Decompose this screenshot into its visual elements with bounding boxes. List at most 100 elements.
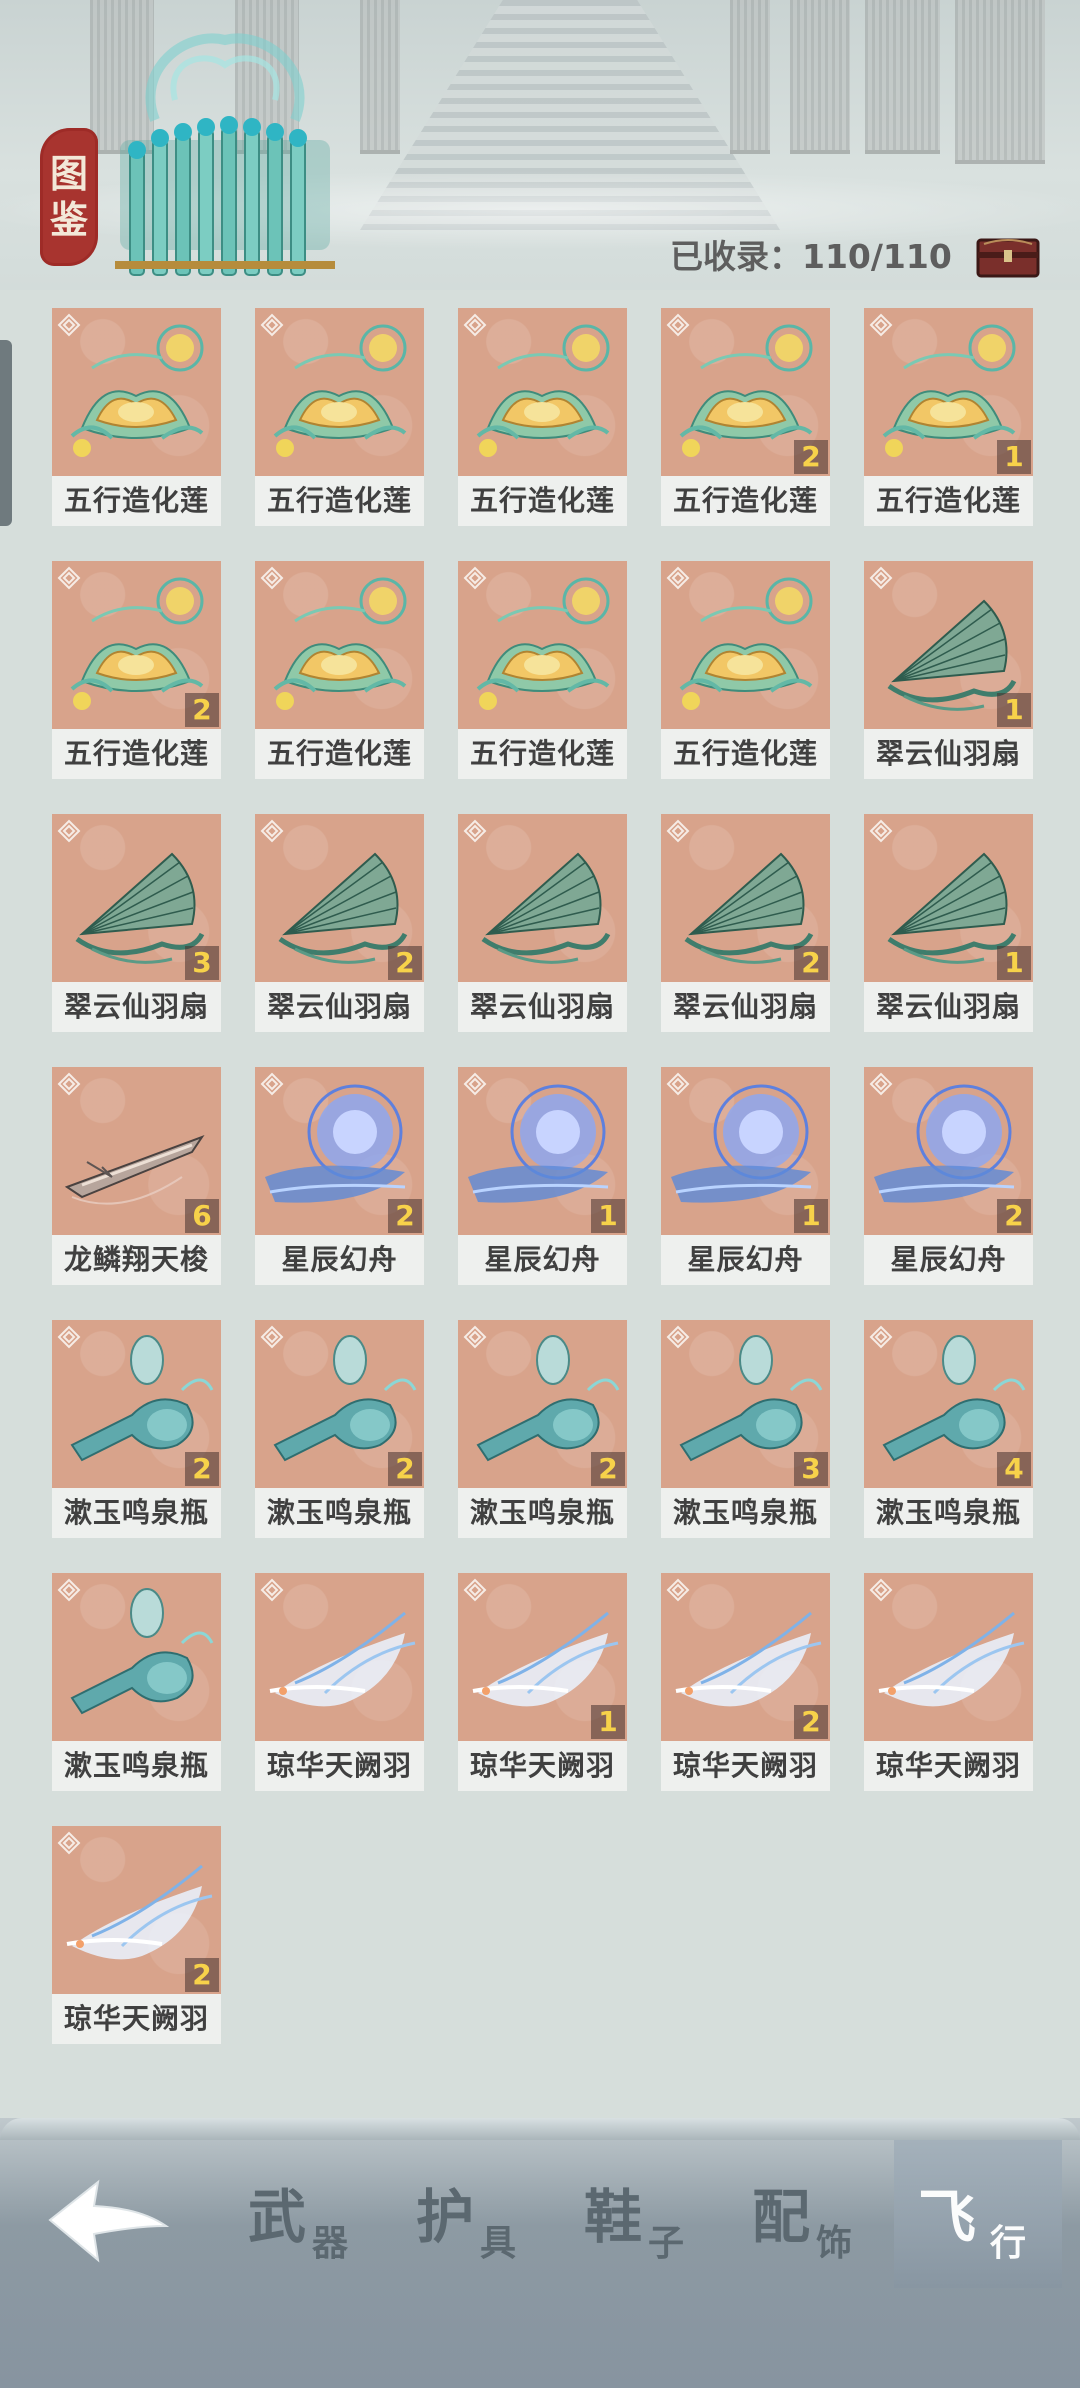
item-card (458, 561, 627, 729)
item-count-badge: 4 (997, 1452, 1031, 1486)
tab-label-big: 配 (752, 2183, 811, 2251)
collection-item[interactable]: 2 琼华天阙羽 (661, 1573, 830, 1791)
tab-accessories[interactable]: 配 饰 (752, 2140, 912, 2288)
item-card: 1 (458, 1573, 627, 1741)
collection-item[interactable]: 琼华天阙羽 (255, 1573, 424, 1791)
tab-armor[interactable]: 护 具 (416, 2140, 576, 2288)
item-card: 1 (864, 814, 1033, 982)
item-name: 漱玉鸣泉瓶 (458, 1488, 627, 1538)
collection-item[interactable]: 1 翠云仙羽扇 (864, 561, 1033, 779)
collection-item[interactable]: 1 翠云仙羽扇 (864, 814, 1033, 1032)
rune-icon (463, 313, 487, 337)
collection-item[interactable]: 2 漱玉鸣泉瓶 (458, 1320, 627, 1538)
item-count-badge: 2 (591, 1452, 625, 1486)
collection-item[interactable]: 五行造化莲 (52, 308, 221, 526)
item-card: 2 (661, 814, 830, 982)
item-name: 翠云仙羽扇 (864, 729, 1033, 779)
collection-item[interactable]: 2 星辰幻舟 (864, 1067, 1033, 1285)
item-card: 2 (52, 561, 221, 729)
collection-item[interactable]: 1 星辰幻舟 (458, 1067, 627, 1285)
rune-icon (57, 566, 81, 590)
collection-item[interactable]: 3 漱玉鸣泉瓶 (661, 1320, 830, 1538)
collection-item[interactable]: 4 漱玉鸣泉瓶 (864, 1320, 1033, 1538)
item-card (255, 308, 424, 476)
item-name: 翠云仙羽扇 (52, 982, 221, 1032)
back-arrow-icon[interactable] (40, 2168, 170, 2278)
item-count-badge: 3 (794, 1452, 828, 1486)
tab-label-big: 护 (416, 2183, 475, 2251)
tab-shoes[interactable]: 鞋 子 (584, 2140, 744, 2288)
collection-item[interactable]: 2 漱玉鸣泉瓶 (255, 1320, 424, 1538)
collection-item[interactable]: 6 龙鳞翔天梭 (52, 1067, 221, 1285)
item-name: 翠云仙羽扇 (864, 982, 1033, 1032)
collection-item[interactable]: 2 漱玉鸣泉瓶 (52, 1320, 221, 1538)
item-name: 漱玉鸣泉瓶 (52, 1488, 221, 1538)
collection-item[interactable]: 翠云仙羽扇 (458, 814, 627, 1032)
item-card: 4 (864, 1320, 1033, 1488)
collection-item[interactable]: 1 琼华天阙羽 (458, 1573, 627, 1791)
item-card (52, 1573, 221, 1741)
rune-icon (463, 1578, 487, 1602)
rune-icon (57, 1325, 81, 1349)
collection-item[interactable]: 1 星辰幻舟 (661, 1067, 830, 1285)
tab-label-small: 饰 (816, 2223, 853, 2264)
collection-item[interactable]: 3 翠云仙羽扇 (52, 814, 221, 1032)
rune-icon (463, 1072, 487, 1096)
collection-item[interactable]: 五行造化莲 (255, 561, 424, 779)
collection-item[interactable]: 五行造化莲 (255, 308, 424, 526)
collection-item[interactable]: 2 五行造化莲 (52, 561, 221, 779)
item-card (255, 1573, 424, 1741)
tab-weapons[interactable]: 武 器 (248, 2140, 408, 2288)
rune-icon (666, 566, 690, 590)
collection-item[interactable]: 2 翠云仙羽扇 (661, 814, 830, 1032)
collection-item[interactable]: 2 琼华天阙羽 (52, 1826, 221, 2044)
item-count-badge: 1 (591, 1705, 625, 1739)
item-card (458, 814, 627, 982)
item-count-badge: 2 (185, 693, 219, 727)
collection-item[interactable]: 五行造化莲 (458, 308, 627, 526)
item-count-badge: 2 (185, 1452, 219, 1486)
rune-icon (463, 819, 487, 843)
rune-icon (666, 1578, 690, 1602)
item-name: 星辰幻舟 (661, 1235, 830, 1285)
item-card: 2 (255, 1320, 424, 1488)
collection-item[interactable]: 1 五行造化莲 (864, 308, 1033, 526)
item-count-badge: 6 (185, 1199, 219, 1233)
item-count-badge: 2 (388, 1199, 422, 1233)
collection-item[interactable]: 五行造化莲 (458, 561, 627, 779)
item-name: 星辰幻舟 (255, 1235, 424, 1285)
item-name: 五行造化莲 (255, 476, 424, 526)
item-name: 琼华天阙羽 (864, 1741, 1033, 1791)
item-name: 五行造化莲 (458, 476, 627, 526)
rune-icon (463, 1325, 487, 1349)
item-name: 五行造化莲 (255, 729, 424, 779)
item-card: 1 (864, 561, 1033, 729)
collection-grid: 五行造化莲 五行造化莲 五行造化莲 2 五行造化莲 1 五行造化莲 2 五行造化… (0, 0, 1080, 2110)
tab-flying[interactable]: 飞 行 (894, 2140, 1062, 2288)
item-name: 琼华天阙羽 (52, 1994, 221, 2044)
collection-item[interactable]: 2 五行造化莲 (661, 308, 830, 526)
collection-item[interactable]: 五行造化莲 (661, 561, 830, 779)
item-card: 2 (52, 1826, 221, 1994)
item-card (661, 561, 830, 729)
rune-icon (57, 1831, 81, 1855)
collection-item[interactable]: 漱玉鸣泉瓶 (52, 1573, 221, 1791)
item-card: 3 (661, 1320, 830, 1488)
rune-icon (869, 313, 893, 337)
item-card: 2 (661, 308, 830, 476)
rune-icon (666, 1325, 690, 1349)
rune-icon (260, 313, 284, 337)
collection-item[interactable]: 琼华天阙羽 (864, 1573, 1033, 1791)
item-count-badge: 1 (997, 693, 1031, 727)
rune-icon (869, 819, 893, 843)
item-card: 2 (661, 1573, 830, 1741)
tab-label-small: 行 (990, 2223, 1027, 2264)
item-count-badge: 2 (794, 1705, 828, 1739)
collection-item[interactable]: 2 翠云仙羽扇 (255, 814, 424, 1032)
item-card (52, 308, 221, 476)
item-name: 星辰幻舟 (458, 1235, 627, 1285)
item-name: 五行造化莲 (52, 729, 221, 779)
collection-item[interactable]: 2 星辰幻舟 (255, 1067, 424, 1285)
item-name: 五行造化莲 (661, 476, 830, 526)
rune-icon (260, 1072, 284, 1096)
